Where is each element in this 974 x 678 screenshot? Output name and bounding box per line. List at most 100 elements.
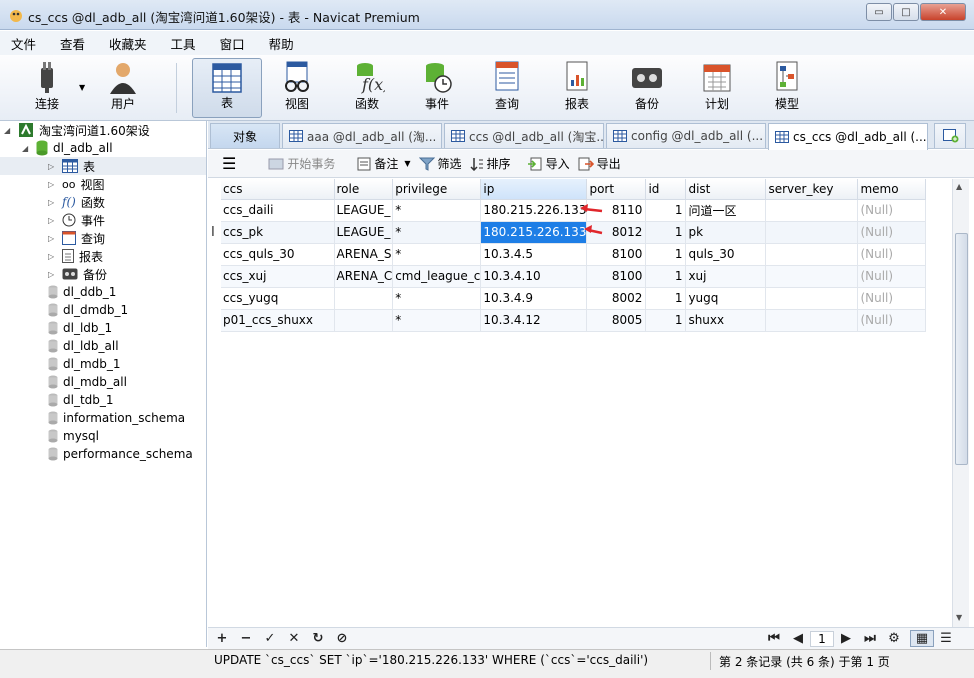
cell[interactable]: (Null): [857, 221, 927, 244]
export-button[interactable]: 导出: [578, 155, 621, 172]
menu-view[interactable]: 查看: [60, 34, 85, 53]
cell[interactable]: [765, 265, 859, 288]
grid-view-icon[interactable]: ▦: [910, 630, 934, 647]
cell[interactable]: *: [392, 199, 482, 222]
function-button[interactable]: f(x) 函数: [342, 58, 392, 118]
column-header-privilege[interactable]: privilege: [392, 179, 482, 200]
tree-events[interactable]: ▷ 事件: [48, 211, 105, 229]
expand-icon[interactable]: ▷: [48, 252, 58, 261]
column-header-memo[interactable]: memo: [857, 179, 927, 200]
minimize-button[interactable]: ▭: [866, 3, 892, 21]
tree-db-item[interactable]: dl_mdb_1: [48, 355, 121, 373]
table-row[interactable]: ccs_pk LEAGUE_ * 180.215.226.133 8012 1 …: [221, 221, 927, 244]
expand-icon[interactable]: ▷: [48, 198, 58, 207]
scroll-thumb[interactable]: [955, 233, 968, 465]
cell[interactable]: pk: [685, 221, 767, 244]
cell[interactable]: (Null): [857, 309, 927, 332]
table-row[interactable]: ccs_yugq * 10.3.4.9 8002 1 yugq (Null): [221, 287, 927, 310]
cell[interactable]: [765, 199, 859, 222]
cell[interactable]: 1: [645, 265, 687, 288]
cell[interactable]: [334, 287, 394, 310]
connect-button[interactable]: 连接: [20, 58, 74, 118]
tree-connection[interactable]: ◢ 淘宝湾问道1.60架设: [4, 121, 150, 139]
view-button[interactable]: 视图: [272, 58, 322, 118]
cell[interactable]: *: [392, 243, 482, 266]
cell[interactable]: (Null): [857, 199, 927, 222]
expand-icon[interactable]: ▷: [48, 270, 58, 279]
tab-ccs[interactable]: ccs @dl_adb_all (淘宝...: [444, 123, 604, 148]
column-header-ip[interactable]: ip: [480, 179, 588, 200]
menu-tools[interactable]: 工具: [171, 34, 196, 53]
cell[interactable]: [765, 221, 859, 244]
cell[interactable]: (Null): [857, 265, 927, 288]
expand-icon[interactable]: ▷: [48, 234, 58, 243]
cell[interactable]: 1: [645, 243, 687, 266]
cell[interactable]: (Null): [857, 287, 927, 310]
table-row[interactable]: p01_ccs_shuxx * 10.3.4.12 8005 1 shuxx (…: [221, 309, 927, 332]
memo-button[interactable]: 备注 ▼: [357, 155, 411, 172]
model-button[interactable]: 模型: [762, 58, 812, 118]
cell[interactable]: 1: [645, 221, 687, 244]
cell[interactable]: 问道一区: [685, 199, 767, 222]
scroll-down-icon[interactable]: ▼: [956, 613, 962, 622]
table-row[interactable]: ccs_daili LEAGUE_ * 180.215.226.133 8110…: [221, 199, 927, 222]
query-button[interactable]: 查询: [482, 58, 532, 118]
cell[interactable]: [765, 309, 859, 332]
table-button[interactable]: 表: [192, 58, 262, 118]
next-page-icon[interactable]: ▶: [834, 631, 858, 646]
tree-tables[interactable]: ▷ 表: [0, 157, 206, 175]
user-button[interactable]: 用户: [98, 58, 148, 118]
cell[interactable]: ARENA_S: [334, 243, 394, 266]
tree-db-item[interactable]: dl_tdb_1: [48, 391, 114, 409]
tree-reports[interactable]: ▷ 报表: [48, 247, 103, 265]
cell[interactable]: quls_30: [685, 243, 767, 266]
tree-db-item[interactable]: information_schema: [48, 409, 185, 427]
tree-database[interactable]: ◢ dl_adb_all: [22, 139, 113, 157]
expand-icon[interactable]: ▷: [48, 180, 58, 189]
menu-favorites[interactable]: 收藏夹: [109, 34, 147, 53]
stop-icon[interactable]: ⊘: [330, 631, 354, 646]
last-page-icon[interactable]: ⏭: [858, 631, 882, 646]
column-header-port[interactable]: port: [586, 179, 647, 200]
vertical-scrollbar[interactable]: ▲ ▼: [952, 179, 969, 627]
cell[interactable]: ccs_daili: [221, 199, 335, 222]
tree-db-item[interactable]: performance_schema: [48, 445, 193, 463]
cell[interactable]: 8002: [586, 287, 647, 310]
cell[interactable]: LEAGUE_: [334, 199, 394, 222]
cell[interactable]: LEAGUE_: [334, 221, 394, 244]
page-number-input[interactable]: 1: [810, 630, 834, 647]
cell[interactable]: 10.3.4.5: [480, 243, 588, 266]
scroll-up-icon[interactable]: ▲: [956, 182, 962, 191]
cell[interactable]: ARENA_C: [334, 265, 394, 288]
discard-changes-icon[interactable]: ✕: [282, 631, 306, 646]
add-record-icon[interactable]: +: [210, 631, 234, 646]
selected-cell[interactable]: 180.215.226.133: [480, 221, 588, 244]
cell[interactable]: (Null): [857, 243, 927, 266]
event-button[interactable]: 事件: [412, 58, 462, 118]
table-row[interactable]: ccs_xuj ARENA_C cmd_league_c 10.3.4.10 8…: [221, 265, 927, 288]
collapse-icon[interactable]: ◢: [22, 144, 32, 153]
cell[interactable]: ccs_xuj: [221, 265, 335, 288]
menu-hamburger-button[interactable]: ☰: [222, 154, 236, 173]
cell[interactable]: *: [392, 309, 482, 332]
menu-window[interactable]: 窗口: [220, 34, 245, 53]
cell[interactable]: yugq: [685, 287, 767, 310]
filter-button[interactable]: 筛选: [418, 155, 462, 172]
tree-db-item[interactable]: dl_ldb_1: [48, 319, 112, 337]
form-view-icon[interactable]: ☰: [934, 631, 958, 646]
cell[interactable]: ccs_quls_30: [221, 243, 335, 266]
tree-backups[interactable]: ▷ 备份: [48, 265, 107, 283]
cell[interactable]: 8005: [586, 309, 647, 332]
cell[interactable]: shuxx: [685, 309, 767, 332]
cell[interactable]: 10.3.4.12: [480, 309, 588, 332]
report-button[interactable]: 报表: [552, 58, 602, 118]
column-header-ccs[interactable]: ccs: [221, 179, 335, 200]
expand-icon[interactable]: ▷: [48, 162, 58, 171]
menu-help[interactable]: 帮助: [269, 34, 294, 53]
cell[interactable]: 1: [645, 309, 687, 332]
table-row[interactable]: ccs_quls_30 ARENA_S * 10.3.4.5 8100 1 qu…: [221, 243, 927, 266]
tree-views[interactable]: ▷ oo 视图: [48, 175, 104, 193]
tree-queries[interactable]: ▷ 查询: [48, 229, 105, 247]
delete-record-icon[interactable]: −: [234, 631, 258, 646]
import-button[interactable]: 导入: [527, 155, 570, 172]
